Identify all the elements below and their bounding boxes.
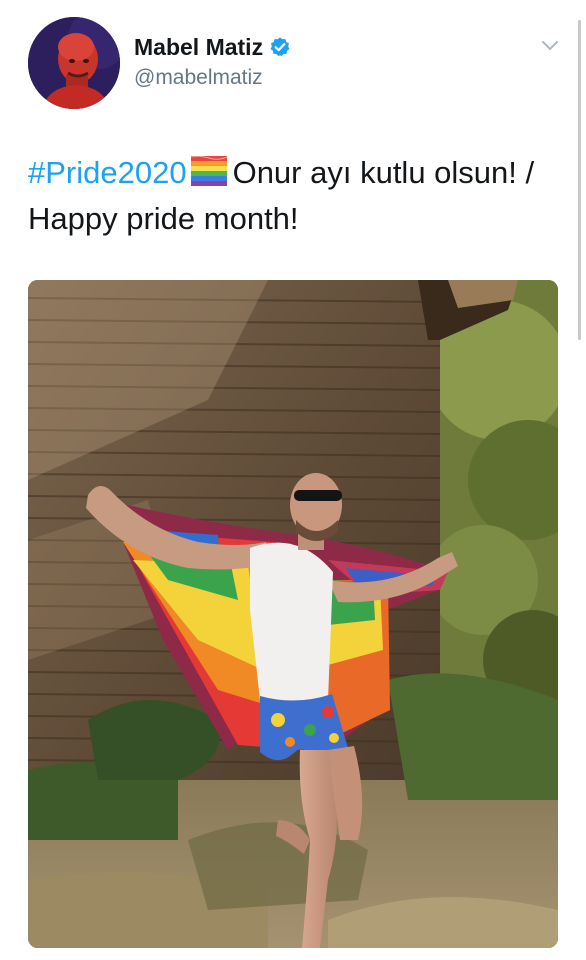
tweet-text: #Pride2020 Onur ayı kutlu olsun! / Happy… xyxy=(28,150,548,242)
tweet-photo[interactable] xyxy=(28,280,558,948)
author-handle[interactable]: @mabelmatiz xyxy=(134,66,263,90)
rainbow-flag-icon xyxy=(190,155,227,186)
author-name-row[interactable]: Mabel Matiz xyxy=(134,32,291,62)
hashtag-link[interactable]: #Pride2020 xyxy=(28,155,187,190)
chevron-down-icon[interactable] xyxy=(540,38,560,54)
display-name[interactable]: Mabel Matiz xyxy=(134,34,263,61)
tweet-card: Mabel Matiz @mabelmatiz #Pride2020 Onur … xyxy=(0,0,586,960)
avatar[interactable] xyxy=(28,17,120,109)
verified-badge-icon xyxy=(270,37,290,57)
scrollbar[interactable] xyxy=(578,20,581,340)
